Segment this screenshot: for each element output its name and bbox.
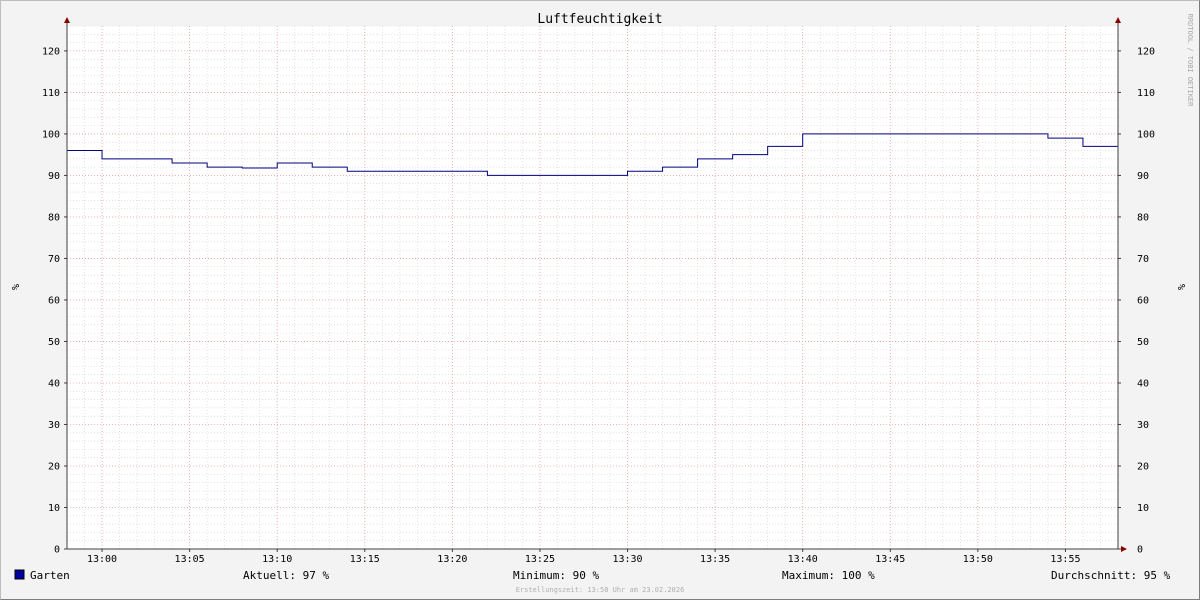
y-axis-right-arrow: [1115, 17, 1121, 23]
chart-title: Luftfeuchtigkeit: [537, 12, 662, 27]
legend-minimum: Minimum: 90 %: [513, 569, 599, 582]
y-tick-label-left: 70: [48, 254, 60, 265]
x-axis-ticks: 13:00 13:05 13:10 13:15 13:20 13:25 13:30 13:35…: [87, 549, 1081, 565]
x-tick-label: 13:40: [788, 554, 818, 565]
x-tick-label: 13:20: [437, 554, 467, 565]
rrdtool-watermark: RRDTOOL / TOBI OETIKER: [1186, 14, 1194, 108]
y-tick-label-right: 30: [1137, 420, 1149, 431]
y-tick-label-left: 10: [48, 503, 60, 514]
y-tick-label-right: 60: [1137, 295, 1149, 306]
y-axis-left-ticks: 0 10 20 30 40 50 60 70 80 90 100 110 120: [42, 46, 67, 556]
y-tick-label-right: 120: [1137, 46, 1155, 57]
y-tick-label-right: 10: [1137, 503, 1149, 514]
legend-maximum: Maximum: 100 %: [782, 569, 875, 582]
x-tick-label: 13:00: [87, 554, 117, 565]
humidity-chart: 0 10 20 30 40 50 60 70 80 90 100 110 120 0 10 20 30 40 50…: [9, 12, 1194, 594]
y-axis-label-left: %: [9, 284, 20, 290]
y-tick-label-left: 80: [48, 212, 60, 223]
minor-grid: [66, 25, 1119, 549]
x-tick-label: 13:50: [963, 554, 993, 565]
y-tick-label-left: 50: [48, 337, 60, 348]
x-tick-label: 13:55: [1050, 554, 1080, 565]
x-tick-label: 13:10: [262, 554, 292, 565]
y-tick-label-right: 0: [1137, 545, 1143, 556]
y-tick-label-right: 70: [1137, 254, 1149, 265]
legend-swatch: [14, 569, 25, 580]
y-tick-label-left: 0: [54, 545, 60, 556]
y-tick-label-left: 20: [48, 461, 60, 472]
legend-current: Aktuell: 97 %: [243, 569, 329, 582]
x-tick-label: 13:45: [875, 554, 905, 565]
y-tick-label-left: 110: [42, 88, 60, 99]
y-tick-label-left: 60: [48, 295, 60, 306]
y-axis-left-arrow: [64, 17, 70, 23]
y-tick-label-right: 110: [1137, 88, 1155, 99]
y-tick-label-left: 40: [48, 378, 60, 389]
y-tick-label-left: 100: [42, 129, 60, 140]
legend-series-name: Garten: [30, 569, 70, 582]
x-tick-label: 13:05: [175, 554, 205, 565]
x-axis-arrow: [1121, 546, 1127, 552]
y-tick-label-right: 20: [1137, 461, 1149, 472]
y-axis-label-right: %: [1175, 284, 1186, 290]
x-tick-label: 13:30: [612, 554, 642, 565]
x-tick-label: 13:15: [350, 554, 380, 565]
y-tick-label-right: 80: [1137, 212, 1149, 223]
y-tick-label-left: 30: [48, 420, 60, 431]
y-axis-right-ticks: 0 10 20 30 40 50 60 70 80 90 100 110 120: [1118, 46, 1155, 556]
y-tick-label-right: 90: [1137, 171, 1149, 182]
y-tick-label-right: 40: [1137, 378, 1149, 389]
y-tick-label-left: 90: [48, 171, 60, 182]
y-tick-label-left: 120: [42, 46, 60, 57]
x-tick-label: 13:35: [700, 554, 730, 565]
creation-time-footer: Erstellungszeit: 13:58 Uhr am 23.02.2026: [516, 586, 685, 594]
y-tick-label-right: 50: [1137, 337, 1149, 348]
x-tick-label: 13:25: [525, 554, 555, 565]
legend-average: Durchschnitt: 95 %: [1051, 569, 1171, 582]
y-tick-label-right: 100: [1137, 129, 1155, 140]
legend: Garten Aktuell: 97 % Minimum: 90 % Maxim…: [14, 569, 1171, 582]
